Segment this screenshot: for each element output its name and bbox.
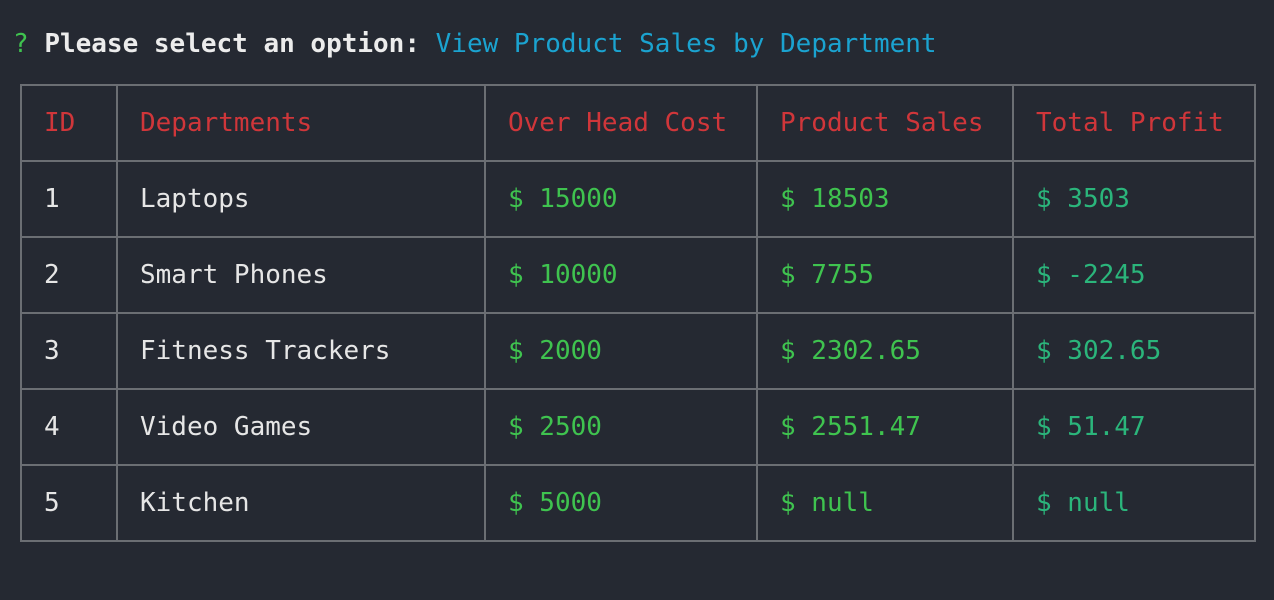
table-header-row: ID Departments Over Head Cost Product Sa… [20, 84, 1256, 162]
header-product-sales: Product Sales [756, 84, 1014, 162]
cell-sales: $ 2302.65 [756, 312, 1014, 390]
header-departments: Departments [116, 84, 486, 162]
table-row: 1 Laptops $ 15000 $ 18503 $ 3503 [20, 160, 1256, 238]
header-total-profit: Total Profit [1012, 84, 1256, 162]
cell-id: 2 [20, 236, 118, 314]
prompt-label: Please select an option: [44, 29, 420, 59]
header-id: ID [20, 84, 118, 162]
header-over-head-cost: Over Head Cost [484, 84, 758, 162]
cell-sales: $ null [756, 464, 1014, 542]
table-row: 3 Fitness Trackers $ 2000 $ 2302.65 $ 30… [20, 312, 1256, 390]
cell-sales: $ 18503 [756, 160, 1014, 238]
cell-profit: $ -2245 [1012, 236, 1256, 314]
question-mark-icon: ? [13, 29, 29, 59]
cell-overhead: $ 2000 [484, 312, 758, 390]
cell-id: 5 [20, 464, 118, 542]
selected-option: View Product Sales by Department [435, 29, 937, 59]
table-row: 4 Video Games $ 2500 $ 2551.47 $ 51.47 [20, 388, 1256, 466]
cell-department: Laptops [116, 160, 486, 238]
cell-overhead: $ 2500 [484, 388, 758, 466]
cell-profit: $ null [1012, 464, 1256, 542]
cell-id: 3 [20, 312, 118, 390]
cell-sales: $ 2551.47 [756, 388, 1014, 466]
cell-overhead: $ 10000 [484, 236, 758, 314]
cell-department: Video Games [116, 388, 486, 466]
cell-id: 4 [20, 388, 118, 466]
cell-profit: $ 51.47 [1012, 388, 1256, 466]
cell-overhead: $ 5000 [484, 464, 758, 542]
cell-profit: $ 3503 [1012, 160, 1256, 238]
department-sales-table: ID Departments Over Head Cost Product Sa… [20, 84, 1256, 542]
table-row: 5 Kitchen $ 5000 $ null $ null [20, 464, 1256, 542]
cell-sales: $ 7755 [756, 236, 1014, 314]
cli-prompt: ? Please select an option: View Product … [13, 26, 937, 62]
cell-department: Smart Phones [116, 236, 486, 314]
cell-profit: $ 302.65 [1012, 312, 1256, 390]
table-row: 2 Smart Phones $ 10000 $ 7755 $ -2245 [20, 236, 1256, 314]
cell-department: Kitchen [116, 464, 486, 542]
cell-department: Fitness Trackers [116, 312, 486, 390]
cell-id: 1 [20, 160, 118, 238]
cell-overhead: $ 15000 [484, 160, 758, 238]
